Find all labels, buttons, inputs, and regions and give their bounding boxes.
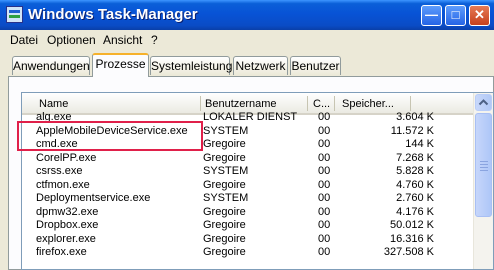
table-row[interactable]: explorer.exe Gregoire 00 16.316 K <box>22 233 473 247</box>
process-memory: 16.316 K <box>389 232 434 245</box>
process-memory: 144 K <box>405 138 434 150</box>
window-title: Windows Task-Manager <box>28 6 198 23</box>
title-bar[interactable]: Windows Task-Manager — □ ✕ <box>0 0 494 30</box>
process-memory: 3.604 K <box>396 111 434 123</box>
process-name: ctfmon.exe <box>36 178 90 191</box>
process-user: Gregoire <box>203 246 246 258</box>
process-cpu: 00 <box>318 124 331 137</box>
table-row[interactable]: dpmw32.exe Gregoire 00 4.176 K <box>22 206 473 220</box>
scroll-thumb[interactable] <box>475 113 492 217</box>
table-row[interactable]: csrss.exe SYSTEM 00 5.828 K <box>22 165 473 179</box>
process-name: Dropbox.exe <box>36 219 99 231</box>
table-row[interactable]: Deploymentservice.exe SYSTEM 00 2.760 K <box>22 192 473 206</box>
process-list[interactable]: Name Benutzername C... Speicher... alg.e… <box>21 92 494 270</box>
process-memory: 50.012 K <box>389 219 434 231</box>
menu-datei[interactable]: Datei <box>10 33 38 47</box>
process-user: Gregoire <box>203 219 246 231</box>
process-user: Gregoire <box>203 138 246 150</box>
process-memory: 7.268 K <box>396 151 434 164</box>
process-cpu: 00 <box>318 219 331 231</box>
menu-help[interactable]: ? <box>151 33 158 47</box>
tab-netzwerk[interactable]: Netzwerk <box>233 56 288 75</box>
process-user: Gregoire <box>203 205 246 218</box>
process-cpu: 00 <box>318 138 331 150</box>
process-memory: 4.176 K <box>396 205 434 218</box>
process-cpu: 00 <box>318 192 331 204</box>
process-cpu: 00 <box>318 165 331 177</box>
column-header-name[interactable]: Name <box>39 98 68 110</box>
table-row[interactable]: firefox.exe Gregoire 00 327.508 K <box>22 246 473 260</box>
tab-strip: Anwendungen Prozesse Systemleistung Netz… <box>0 50 494 77</box>
process-cpu: 00 <box>318 111 331 123</box>
process-user: SYSTEM <box>203 192 249 204</box>
process-user: Gregoire <box>203 232 246 245</box>
column-divider[interactable] <box>334 96 335 111</box>
close-icon: ✕ <box>474 7 485 22</box>
process-name: csrss.exe <box>36 165 83 177</box>
process-name: explorer.exe <box>36 232 96 245</box>
minimize-button[interactable]: — <box>421 5 442 26</box>
maximize-icon: □ <box>451 7 460 22</box>
column-header-memory[interactable]: Speicher... <box>342 98 394 110</box>
task-manager-window: Windows Task-Manager — □ ✕ Datei Optione… <box>0 0 494 270</box>
arrow-up-icon <box>478 99 489 106</box>
close-button[interactable]: ✕ <box>469 5 490 26</box>
column-header-cpu[interactable]: C... <box>313 98 330 110</box>
column-divider[interactable] <box>200 96 201 111</box>
vertical-scrollbar[interactable] <box>473 93 493 269</box>
process-user: Gregoire <box>203 178 246 191</box>
tab-anwendungen[interactable]: Anwendungen <box>12 56 90 75</box>
process-name: Deploymentservice.exe <box>36 192 151 204</box>
process-cpu: 00 <box>318 232 331 245</box>
process-name: CorelPP.exe <box>36 151 97 164</box>
process-cpu: 00 <box>318 205 331 218</box>
process-name: firefox.exe <box>36 246 87 258</box>
process-memory: 4.760 K <box>396 178 434 191</box>
menu-ansicht[interactable]: Ansicht <box>103 33 142 47</box>
table-row[interactable]: ctfmon.exe Gregoire 00 4.760 K <box>22 179 473 193</box>
maximize-button[interactable]: □ <box>445 5 466 26</box>
column-divider[interactable] <box>410 96 411 111</box>
process-user: Gregoire <box>203 151 246 164</box>
task-manager-icon <box>6 6 23 23</box>
process-memory: 5.828 K <box>396 165 434 177</box>
process-user: LOKALER DIENST <box>203 111 298 123</box>
menu-optionen[interactable]: Optionen <box>47 33 96 47</box>
process-cpu: 00 <box>318 246 331 258</box>
process-cpu: 00 <box>318 151 331 164</box>
process-memory: 2.760 K <box>396 192 434 204</box>
process-name: dpmw32.exe <box>36 205 99 218</box>
scroll-up-button[interactable] <box>475 94 492 111</box>
tab-benutzer[interactable]: Benutzer <box>290 56 341 75</box>
menu-bar: Datei Optionen Ansicht ? <box>0 30 494 50</box>
minimize-icon: — <box>425 7 438 22</box>
tab-systemleistung[interactable]: Systemleistung <box>150 56 232 75</box>
highlight-box <box>17 121 203 151</box>
column-divider[interactable] <box>307 96 308 111</box>
process-memory: 11.572 K <box>390 124 434 137</box>
table-row[interactable]: Dropbox.exe Gregoire 00 50.012 K <box>22 219 473 233</box>
column-header-user[interactable]: Benutzername <box>205 98 277 110</box>
process-user: SYSTEM <box>203 124 249 137</box>
table-row[interactable]: CorelPP.exe Gregoire 00 7.268 K <box>22 152 473 166</box>
tab-prozesse[interactable]: Prozesse <box>92 53 149 77</box>
process-memory: 327.508 K <box>383 246 434 258</box>
process-cpu: 00 <box>318 178 331 191</box>
process-user: SYSTEM <box>203 165 249 177</box>
